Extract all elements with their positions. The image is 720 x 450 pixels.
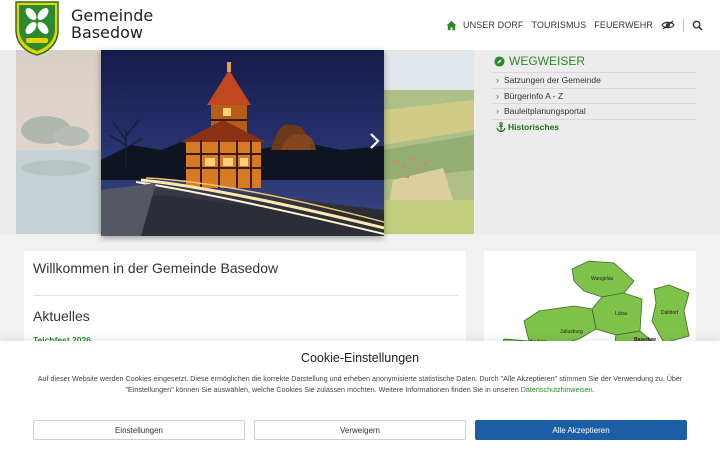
- wegweiser-item-label: Bürgerinfo A - Z: [504, 90, 564, 101]
- brand-line-1: Gemeinde: [71, 6, 154, 25]
- cookie-title: Cookie-Einstellungen: [300, 351, 420, 365]
- nav-item-tourismus[interactable]: TOURISMUS: [532, 20, 587, 30]
- search-icon[interactable]: [692, 20, 703, 31]
- wegweiser-list: › Satzungen der Gemeinde › Bürgerinfo A …: [492, 72, 697, 134]
- home-icon[interactable]: [446, 20, 457, 31]
- cookie-settings-button[interactable]: Einstellungen: [33, 420, 245, 440]
- slide-preview-landscape: [383, 50, 474, 234]
- coat-of-arms-logo[interactable]: [14, 0, 60, 56]
- wegweiser-item-label: Historisches: [508, 121, 560, 132]
- anchor-icon: [496, 121, 506, 132]
- chevron-right-icon: ›: [496, 106, 499, 117]
- cookie-text-end: .: [592, 385, 595, 394]
- site-title[interactable]: Gemeinde Basedow: [71, 7, 153, 41]
- wegweiser-item-bauleitplanung[interactable]: › Bauleitplanungsportal: [492, 103, 697, 119]
- map-label-wangelau: Wangelau: [591, 276, 614, 282]
- hero-image-church-night[interactable]: [101, 50, 384, 236]
- chevron-right-icon: ›: [496, 90, 499, 101]
- brand-line-2: Basedow: [71, 23, 143, 42]
- municipality-map-card[interactable]: Wangelau Dalldorf Lütau Juliusburg Kruko…: [484, 251, 696, 351]
- municipality-map: Wangelau Dalldorf Lütau Juliusburg Kruko…: [498, 260, 690, 351]
- map-label-luetau: Lütau: [615, 311, 628, 317]
- cookie-deny-button[interactable]: Verweigern: [254, 420, 466, 440]
- privacy-policy-link[interactable]: Datenschutzhinweisen: [521, 385, 593, 394]
- wegweiser-item-label: Satzungen der Gemeinde: [504, 75, 601, 86]
- wegweiser-item-historisches[interactable]: Historisches: [492, 118, 697, 135]
- main-content-card: Willkommen in der Gemeinde Basedow Aktue…: [24, 251, 466, 351]
- nav-item-unser-dorf[interactable]: UNSER DORF: [463, 20, 524, 30]
- map-label-dalldorf: Dalldorf: [661, 310, 679, 316]
- welcome-heading: Willkommen in der Gemeinde Basedow: [33, 260, 279, 276]
- nav-separator: [683, 18, 684, 32]
- wegweiser-item-satzungen[interactable]: › Satzungen der Gemeinde: [492, 72, 697, 88]
- site-header: Gemeinde Basedow UNSER DORF TOURISMUS FE…: [0, 0, 720, 56]
- wegweiser-heading: WEGWEISER: [494, 54, 585, 68]
- slide-preview-lake: [16, 50, 102, 234]
- slider-next-arrow-icon[interactable]: [369, 132, 381, 150]
- wegweiser-item-label: Bauleitplanungsportal: [504, 106, 586, 117]
- wegweiser-title: WEGWEISER: [509, 54, 586, 68]
- wegweiser-item-buergerinfo[interactable]: › Bürgerinfo A - Z: [492, 87, 697, 104]
- compass-icon: [494, 55, 505, 67]
- map-label-juliusburg: Juliusburg: [560, 329, 583, 335]
- accessibility-eye-icon[interactable]: [661, 20, 675, 30]
- cookie-consent-banner: Cookie-Einstellungen Auf dieser Website …: [0, 341, 720, 450]
- divider: [33, 295, 458, 296]
- nav-item-feuerwehr[interactable]: FEUERWEHR: [594, 20, 653, 30]
- main-navigation: UNSER DORF TOURISMUS FEUERWEHR: [446, 16, 720, 34]
- news-section-heading: Aktuelles: [33, 308, 90, 324]
- wegweiser-panel: WEGWEISER › Satzungen der Gemeinde › Bür…: [474, 50, 707, 234]
- chevron-right-icon: ›: [496, 75, 499, 86]
- cookie-accept-all-button[interactable]: Alle Akzeptieren: [475, 420, 687, 440]
- cookie-description: Auf dieser Website werden Cookies einges…: [36, 373, 684, 395]
